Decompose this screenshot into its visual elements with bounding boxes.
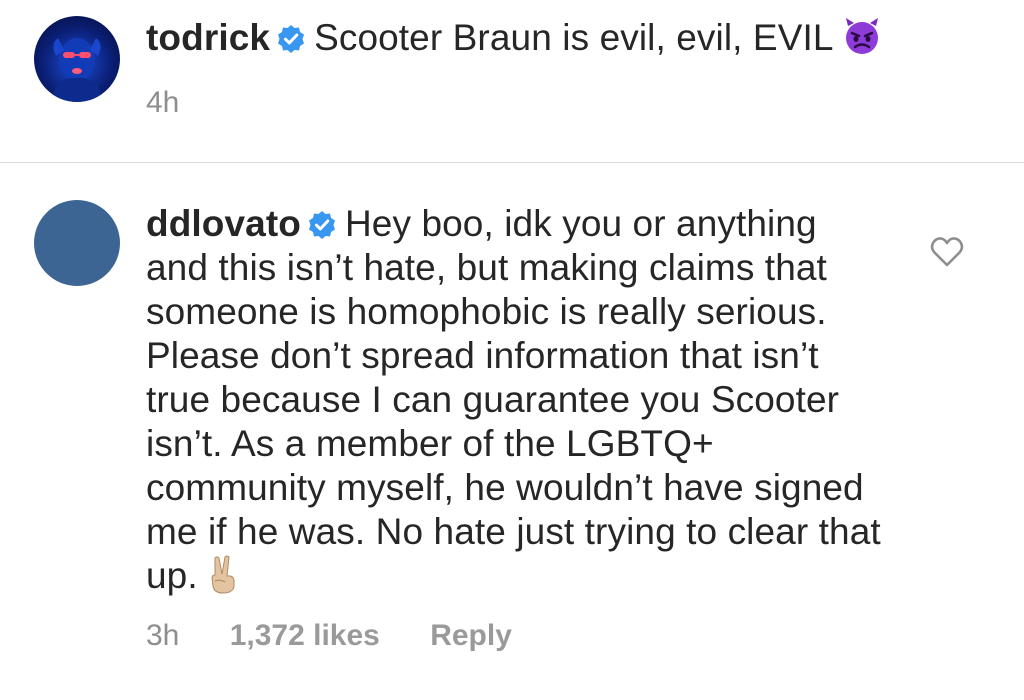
comment-text-block: ddlovato Hey boo, idk you or anything an… <box>146 202 886 604</box>
avatar[interactable] <box>34 16 120 102</box>
reply-button[interactable]: Reply <box>430 619 512 652</box>
like-heart-icon[interactable] <box>930 236 964 268</box>
victory-hand-emoji-icon <box>206 554 240 604</box>
comment-text: Hey boo, idk you or anything and this is… <box>146 203 881 596</box>
username[interactable]: ddlovato <box>146 203 301 244</box>
avatar[interactable] <box>34 200 120 286</box>
timestamp: 4h <box>146 86 180 119</box>
comment-text: Scooter Braun is evil, evil, EVIL <box>314 17 834 58</box>
comment-text-block: todrick Scooter Braun is evil, evil, EVI… <box>146 16 946 66</box>
comment-meta: 4h <box>146 86 221 120</box>
divider <box>0 162 1024 163</box>
angry-devil-emoji-icon <box>842 16 882 66</box>
verified-badge-icon <box>307 206 337 239</box>
comment-meta: 3h 1,372 likes Reply <box>146 619 554 653</box>
likes-count[interactable]: 1,372 likes <box>230 619 380 652</box>
username[interactable]: todrick <box>146 17 270 58</box>
verified-badge-icon <box>276 20 306 53</box>
timestamp: 3h <box>146 619 180 652</box>
avatar-portrait-icon <box>52 38 102 102</box>
